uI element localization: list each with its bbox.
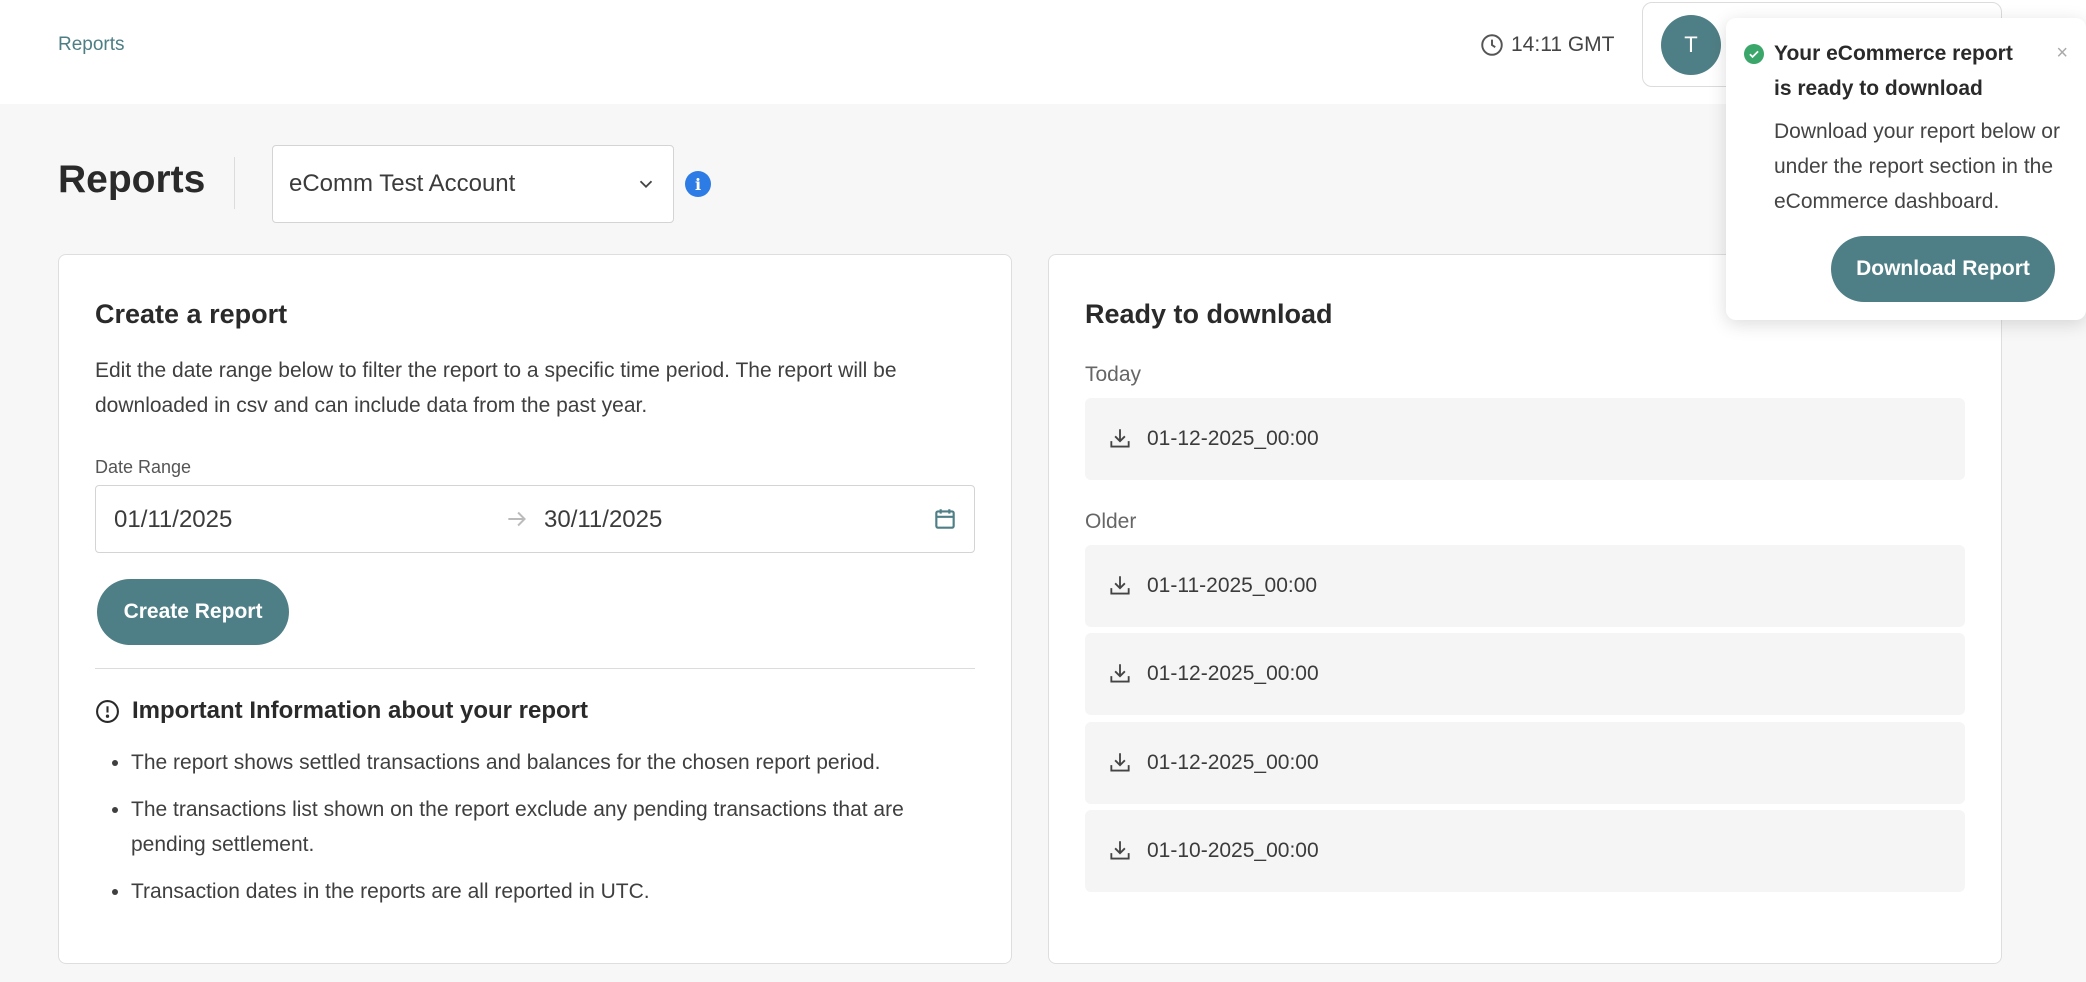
download-item-label: 01-12-2025_00:00 xyxy=(1147,662,1319,685)
divider xyxy=(234,157,235,209)
create-report-card: Create a report Edit the date range belo… xyxy=(58,254,1012,964)
date-start-input[interactable]: 01/11/2025 xyxy=(114,506,232,534)
download-icon xyxy=(1110,664,1130,683)
download-report-button[interactable]: Download Report xyxy=(1831,236,2055,302)
account-select[interactable]: eComm Test Account xyxy=(272,145,674,223)
create-report-button[interactable]: Create Report xyxy=(97,579,289,645)
date-end-input[interactable]: 30/11/2025 xyxy=(544,506,662,534)
today-label: Today xyxy=(1085,363,1142,386)
download-icon xyxy=(1110,753,1130,772)
time-text: 14:11 GMT xyxy=(1511,33,1615,56)
date-range-picker[interactable]: 01/11/2025 30/11/2025 xyxy=(95,485,975,553)
clock: 14:11 GMT xyxy=(1479,30,1614,60)
download-item[interactable]: 01-11-2025_00:00 xyxy=(1085,545,1965,627)
create-report-title: Create a report xyxy=(95,299,288,329)
important-info-heading: Important Information about your report xyxy=(95,697,588,725)
download-item[interactable]: 01-12-2025_00:00 xyxy=(1085,633,1965,715)
avatar[interactable]: T xyxy=(1661,15,1721,75)
breadcrumb-reports[interactable]: Reports xyxy=(58,34,125,56)
info-list-item: Transaction dates in the reports are all… xyxy=(131,874,981,909)
account-select-value: eComm Test Account xyxy=(289,170,516,197)
check-circle-icon xyxy=(1744,44,1764,64)
alert-circle-icon xyxy=(96,699,119,723)
create-report-description: Edit the date range below to filter the … xyxy=(95,359,897,417)
download-item[interactable]: 01-12-2025_00:00 xyxy=(1085,398,1965,480)
arrow-right-icon xyxy=(508,511,526,527)
chevron-down-icon xyxy=(639,180,653,189)
report-ready-toast: Your eCommerce report is ready to downlo… xyxy=(1726,18,2086,320)
download-item-label: 01-12-2025_00:00 xyxy=(1147,427,1319,450)
download-item[interactable]: 01-12-2025_00:00 xyxy=(1085,722,1965,804)
calendar-icon[interactable] xyxy=(932,506,958,532)
info-icon[interactable]: i xyxy=(685,171,711,197)
older-label: Older xyxy=(1085,510,1137,533)
download-item-label: 01-10-2025_00:00 xyxy=(1147,839,1319,862)
info-list-item: The transactions list shown on the repor… xyxy=(131,792,981,862)
download-icon xyxy=(1110,429,1130,448)
important-info-title: Important Information about your report xyxy=(132,697,588,724)
info-list-item: The report shows settled transactions an… xyxy=(131,745,981,780)
clock-icon xyxy=(1481,34,1503,56)
download-item-label: 01-12-2025_00:00 xyxy=(1147,751,1319,774)
download-item[interactable]: 01-10-2025_00:00 xyxy=(1085,810,1965,892)
info-list: The report shows settled transactions an… xyxy=(131,745,981,921)
close-icon[interactable]: × xyxy=(2056,42,2068,65)
date-range-label: Date Range xyxy=(95,457,192,477)
download-item-label: 01-11-2025_00:00 xyxy=(1147,574,1318,597)
download-icon xyxy=(1110,841,1130,860)
ready-title: Ready to download xyxy=(1085,299,1333,329)
download-icon xyxy=(1110,576,1130,595)
ready-to-download-card: Ready to download Today 01-12-2025_00:00… xyxy=(1048,254,2002,964)
toast-title: Your eCommerce report is ready to downlo… xyxy=(1774,42,2013,100)
toast-body: Download your report below or under the … xyxy=(1774,120,2060,213)
page-title: Reports xyxy=(58,158,206,201)
divider xyxy=(95,668,975,669)
